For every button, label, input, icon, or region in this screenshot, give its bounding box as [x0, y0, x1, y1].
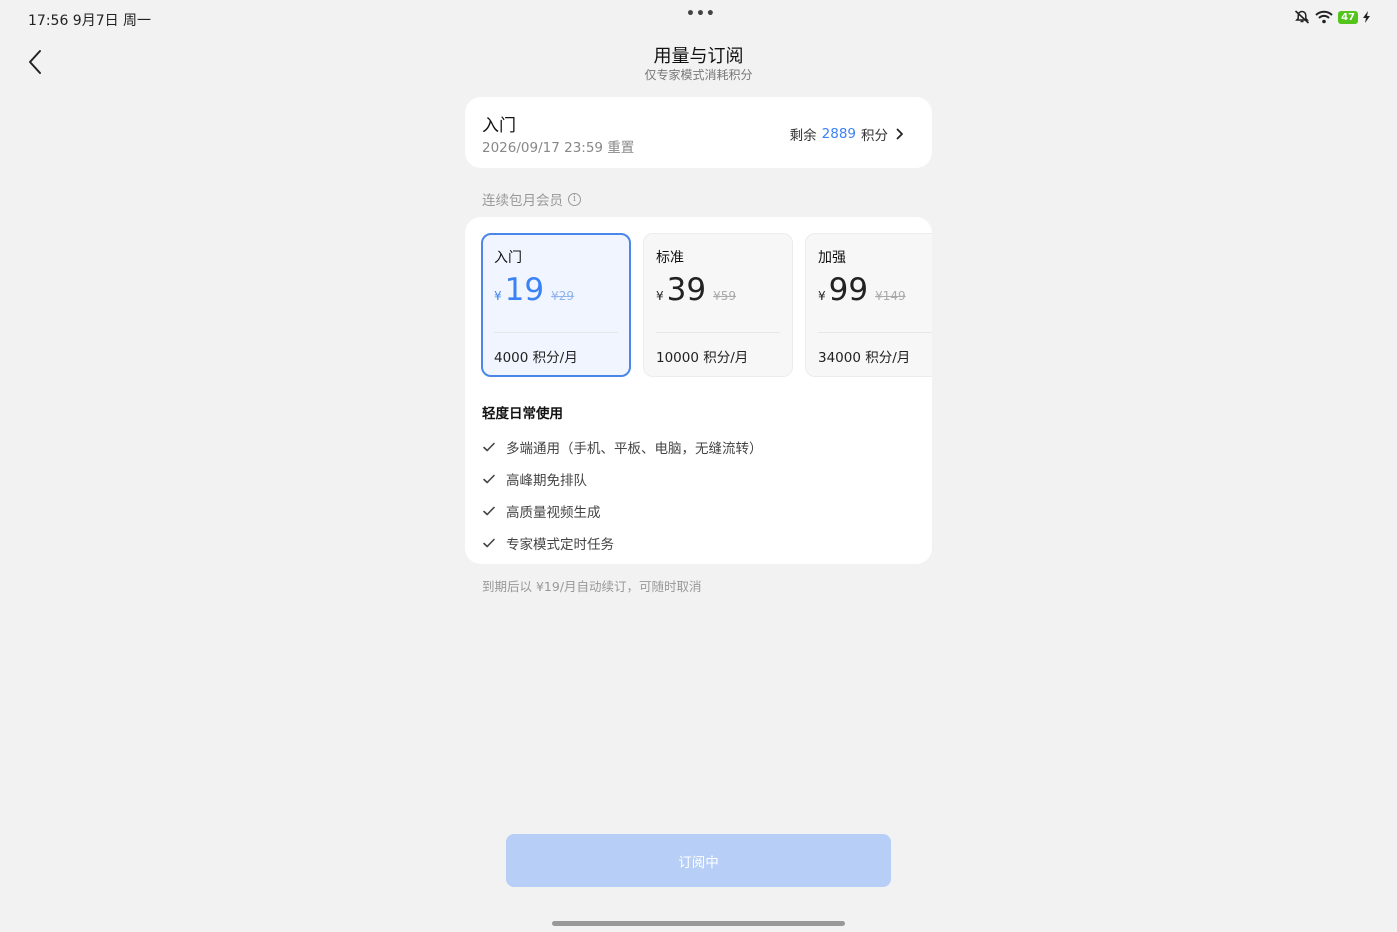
- current-plan-name: 入门: [482, 116, 516, 136]
- multitask-dots[interactable]: •••: [686, 6, 716, 22]
- divider: [494, 332, 618, 333]
- mute-icon: [1295, 10, 1310, 24]
- plan-name: 加强: [818, 250, 846, 266]
- feature-item: 专家模式定时任务: [482, 527, 763, 559]
- feature-text: 高峰期免排队: [506, 473, 587, 489]
- check-icon: [483, 474, 495, 484]
- subscribe-button[interactable]: 订阅中: [506, 834, 891, 887]
- page-subtitle: 仅专家模式消耗积分: [644, 68, 753, 82]
- chevron-right-icon: [896, 128, 903, 140]
- currency-symbol: ¥: [656, 289, 664, 303]
- plan-original-price: ¥59: [713, 289, 736, 303]
- plan-credits: 10000 积分/月: [656, 350, 749, 366]
- status-icons: 47: [1294, 10, 1371, 24]
- wifi-icon: [1315, 10, 1333, 24]
- feature-text: 高质量视频生成: [506, 505, 601, 521]
- charging-icon: [1363, 11, 1370, 23]
- plan-price: ¥ 19 ¥29: [494, 272, 574, 308]
- plan-credits: 4000 积分/月: [494, 350, 578, 366]
- plan-price-amount: 19: [504, 272, 545, 308]
- status-time: 17:56 9月7日 周一: [28, 13, 152, 29]
- feature-item: 多端通用（手机、平板、电脑，无缝流转）: [482, 431, 763, 463]
- remaining-prefix: 剩余: [789, 128, 817, 144]
- plan-name: 入门: [494, 250, 522, 266]
- plan-price-amount: 39: [666, 272, 707, 308]
- section-label-text: 连续包月会员: [482, 193, 563, 209]
- battery-icon: 47: [1338, 10, 1358, 24]
- plan-credits: 34000 积分/月: [818, 350, 911, 366]
- check-icon: [483, 538, 495, 548]
- feature-text: 专家模式定时任务: [506, 537, 614, 553]
- remaining-value: 2889: [821, 126, 856, 142]
- feature-item: 高峰期免排队: [482, 463, 763, 495]
- feature-text: 多端通用（手机、平板、电脑，无缝流转）: [506, 441, 763, 457]
- currency-symbol: ¥: [494, 289, 502, 303]
- currency-symbol: ¥: [818, 289, 826, 303]
- plan-original-price: ¥149: [875, 289, 906, 303]
- plan-tile-plus[interactable]: 加强 ¥ 99 ¥149 34000 积分/月: [805, 233, 932, 377]
- remaining-suffix: 积分: [861, 128, 888, 144]
- plan-original-price: ¥29: [551, 289, 574, 303]
- status-bar: 17:56 9月7日 周一 ••• 47: [0, 0, 1397, 36]
- home-indicator[interactable]: [552, 921, 845, 926]
- auto-renew-note: 到期后以 ¥19/月自动续订，可随时取消: [482, 579, 702, 594]
- info-icon[interactable]: i: [568, 192, 581, 206]
- plan-name: 标准: [656, 250, 684, 266]
- remaining-credits[interactable]: 剩余 2889 积分: [790, 124, 904, 144]
- features-title: 轻度日常使用: [482, 406, 563, 422]
- subscription-section-label: 连续包月会员 i: [482, 189, 581, 209]
- page-title: 用量与订阅: [653, 46, 744, 67]
- check-icon: [483, 506, 495, 516]
- plan-tile-basic[interactable]: 入门 ¥ 19 ¥29 4000 积分/月: [481, 233, 631, 377]
- reset-time: 2026/09/17 23:59 重置: [482, 140, 635, 156]
- plan-tile-standard[interactable]: 标准 ¥ 39 ¥59 10000 积分/月: [643, 233, 793, 377]
- plans-card: 入门 ¥ 19 ¥29 4000 积分/月 标准 ¥ 39 ¥59 10000 …: [465, 217, 932, 564]
- feature-item: 高质量视频生成: [482, 495, 763, 527]
- current-plan-card[interactable]: 入门 2026/09/17 23:59 重置 剩余 2889 积分: [465, 97, 932, 168]
- divider: [656, 332, 780, 333]
- check-icon: [483, 442, 495, 452]
- plan-price: ¥ 99 ¥149: [818, 272, 906, 308]
- feature-list: 多端通用（手机、平板、电脑，无缝流转） 高峰期免排队 高质量视频生成 专家模式定…: [482, 431, 763, 559]
- plan-price: ¥ 39 ¥59: [656, 272, 736, 308]
- plan-price-amount: 99: [828, 272, 869, 308]
- divider: [818, 332, 932, 333]
